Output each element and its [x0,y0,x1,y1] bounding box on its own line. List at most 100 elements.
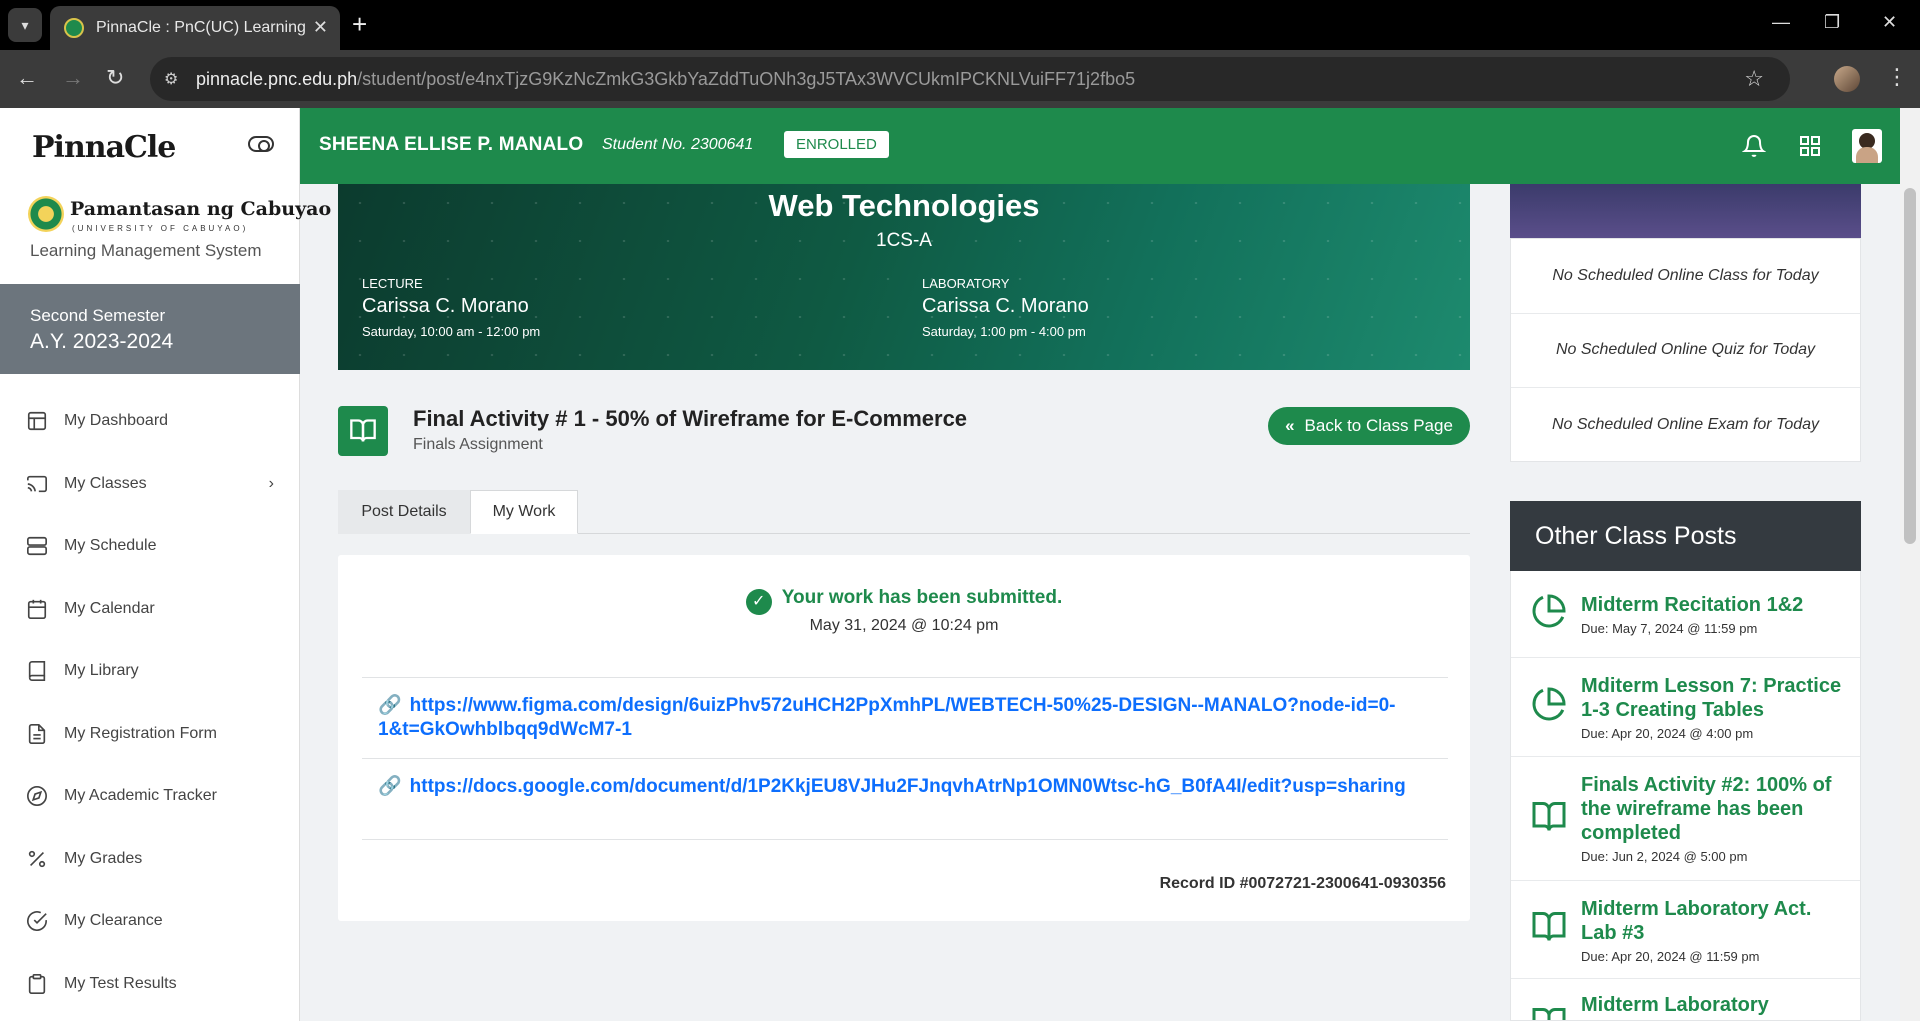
back-to-class-button[interactable]: « Back to Class Page [1268,407,1470,445]
list-item[interactable]: Midterm Recitation 1&2 Due: May 7, 2024 … [1511,571,1860,658]
book-open-icon [1532,1008,1566,1020]
sidebar-item-calendar[interactable]: My Calendar [0,578,300,641]
submission-link-text[interactable]: https://www.figma.com/design/6uizPhv572u… [378,695,1395,740]
semester-label: Second Semester [30,306,166,325]
no-online-class-note: No Scheduled Online Class for Today [1511,239,1860,314]
course-section: 1CS-A [876,230,932,251]
book-icon [28,661,46,682]
page-scrollbar[interactable] [1900,108,1920,1021]
tab-search-button[interactable]: ▾ [8,8,42,42]
post-due-date: Due: Apr 20, 2024 @ 4:00 pm [1581,726,1754,741]
back-button-label: Back to Class Page [1304,416,1453,435]
url-text[interactable]: pinnacle.pnc.edu.ph/student/post/e4nxTjz… [196,69,1135,90]
apps-grid-icon[interactable] [1798,134,1822,158]
sidebar-item-label: My Calendar [64,599,155,617]
sidebar-item-registration-form[interactable]: My Registration Form [0,703,300,766]
sidebar-item-dashboard[interactable]: My Dashboard [0,390,300,453]
post-tabs: Post Details My Work [338,490,1470,534]
sidebar-item-label: My Clearance [64,912,163,930]
sidebar-item-test-results[interactable]: My Test Results [0,953,300,1016]
sidebar-item-label: My Registration Form [64,724,217,742]
minimize-icon[interactable]: — [1772,12,1790,33]
chevron-right-icon: › [268,474,274,492]
laboratory-label: LABORATORY [922,276,1010,291]
schedule-card: No Scheduled Online Class for Today No S… [1510,238,1861,462]
list-item[interactable]: Finals Activity #2: 100% of the wirefram… [1511,757,1860,881]
sidebar-item-label: My Classes [64,474,147,492]
course-banner: Web Technologies 1CS-A LECTURE Carissa C… [338,184,1470,370]
link-icon: 🔗 [378,695,402,716]
list-item[interactable]: Midterm Laboratory Act. Lab #3 Due: Apr … [1511,881,1860,979]
bookmark-star-icon[interactable]: ☆ [1744,66,1764,92]
university-name: Pamantasan ng Cabuyao [70,198,332,220]
pie-chart-icon [1532,687,1566,721]
list-item[interactable]: Mditerm Lesson 7: Practice 1-3 Creating … [1511,658,1860,757]
browser-menu-icon[interactable]: ⋮ [1886,64,1908,90]
laboratory-instructor: Carissa C. Morano [922,295,1089,317]
dashboard-icon [27,412,47,431]
submission-link[interactable]: 🔗 https://www.figma.com/design/6uizPhv572… [362,677,1448,759]
tab-close-icon[interactable]: ✕ [313,17,328,38]
scrollbar-thumb[interactable] [1904,188,1916,544]
sidebar-item-classes[interactable]: My Classes › [0,453,300,516]
post-subtitle: Finals Assignment [413,436,543,453]
address-bar[interactable]: ⚙ pinnacle.pnc.edu.ph/student/post/e4nxT… [150,57,1790,101]
book-open-icon [1532,802,1566,831]
lms-label: Learning Management System [30,241,262,260]
file-text-icon [28,723,46,744]
link-icon: 🔗 [378,776,402,797]
forward-arrow-icon[interactable]: → [62,66,84,90]
theme-toggle-icon[interactable] [248,136,274,152]
sidebar-item-label: My Test Results [64,974,177,992]
lecture-info: LECTURE Carissa C. Morano Saturday, 10:0… [362,276,540,339]
book-open-icon [1532,912,1566,941]
avatar[interactable] [1852,129,1882,163]
sidebar-item-schedule[interactable]: My Schedule [0,515,300,578]
submission-link[interactable]: 🔗 https://docs.google.com/document/d/1P2K… [362,758,1448,840]
post-link-title[interactable]: Midterm Laboratory Act. Lab #3 [1581,897,1844,945]
sidebar-item-library[interactable]: My Library [0,640,300,703]
university-seal-icon [28,196,64,232]
lecture-instructor: Carissa C. Morano [362,295,529,317]
new-tab-button[interactable]: + [352,10,367,38]
sidebar: PinnaCle Pamantasan ng Cabuyao (UNIVERSI… [0,108,331,1021]
browser-tab[interactable]: PinnaCle : PnC(UC) Learning Ma ✕ [50,6,340,50]
list-item[interactable]: Midterm Laboratory [1511,979,1860,1020]
post-link-title[interactable]: Midterm Laboratory [1581,993,1844,1017]
post-link-title[interactable]: Finals Activity #2: 100% of the wirefram… [1581,773,1844,845]
tab-post-details[interactable]: Post Details [338,490,470,534]
back-arrow-icon[interactable]: ← [16,66,38,90]
percent-icon [28,850,46,867]
check-circle-icon [27,911,47,932]
profile-card-banner [1510,184,1861,238]
sidebar-nav: My Dashboard My Classes › My Schedule My… [0,390,300,1015]
tab-my-work[interactable]: My Work [470,490,578,534]
reload-icon[interactable]: ↻ [106,66,124,90]
post-due-date: Due: Apr 20, 2024 @ 11:59 pm [1581,949,1760,964]
browser-profile-avatar[interactable] [1834,66,1860,92]
browser-tab-bar: ▾ PinnaCle : PnC(UC) Learning Ma ✕ + — ❐… [0,0,1920,50]
sidebar-item-academic-tracker[interactable]: My Academic Tracker [0,765,300,828]
lecture-schedule: Saturday, 10:00 am - 12:00 pm [362,324,541,339]
server-icon [27,537,47,556]
bell-icon[interactable] [1742,134,1766,158]
sidebar-item-grades[interactable]: My Grades [0,828,300,891]
post-link-title[interactable]: Mditerm Lesson 7: Practice 1-3 Creating … [1581,674,1844,722]
pie-chart-icon [1532,594,1566,628]
submission-link-text[interactable]: https://docs.google.com/document/d/1P2Kk… [410,776,1406,797]
sidebar-item-label: My Dashboard [64,412,169,430]
post-link-title[interactable]: Midterm Recitation 1&2 [1581,593,1844,617]
site-info-icon[interactable]: ⚙ [164,69,196,89]
window-close-icon[interactable]: ✕ [1882,12,1897,33]
restore-icon[interactable]: ❐ [1824,12,1840,33]
sidebar-item-clearance[interactable]: My Clearance [0,890,300,953]
calendar-icon [27,599,47,619]
student-name: SHEENA ELLISE P. MANALO [319,134,584,155]
laboratory-schedule: Saturday, 1:00 pm - 4:00 pm [922,324,1086,339]
submission-status: ✓ Your work has been submitted. [338,587,1470,615]
course-title: Web Technologies [768,188,1040,223]
sidebar-item-label: My Grades [64,849,143,867]
pinnacle-logo[interactable]: PinnaCle [32,130,176,165]
sidebar-item-label: My Schedule [64,537,157,555]
student-number: Student No. 2300641 [602,136,754,153]
